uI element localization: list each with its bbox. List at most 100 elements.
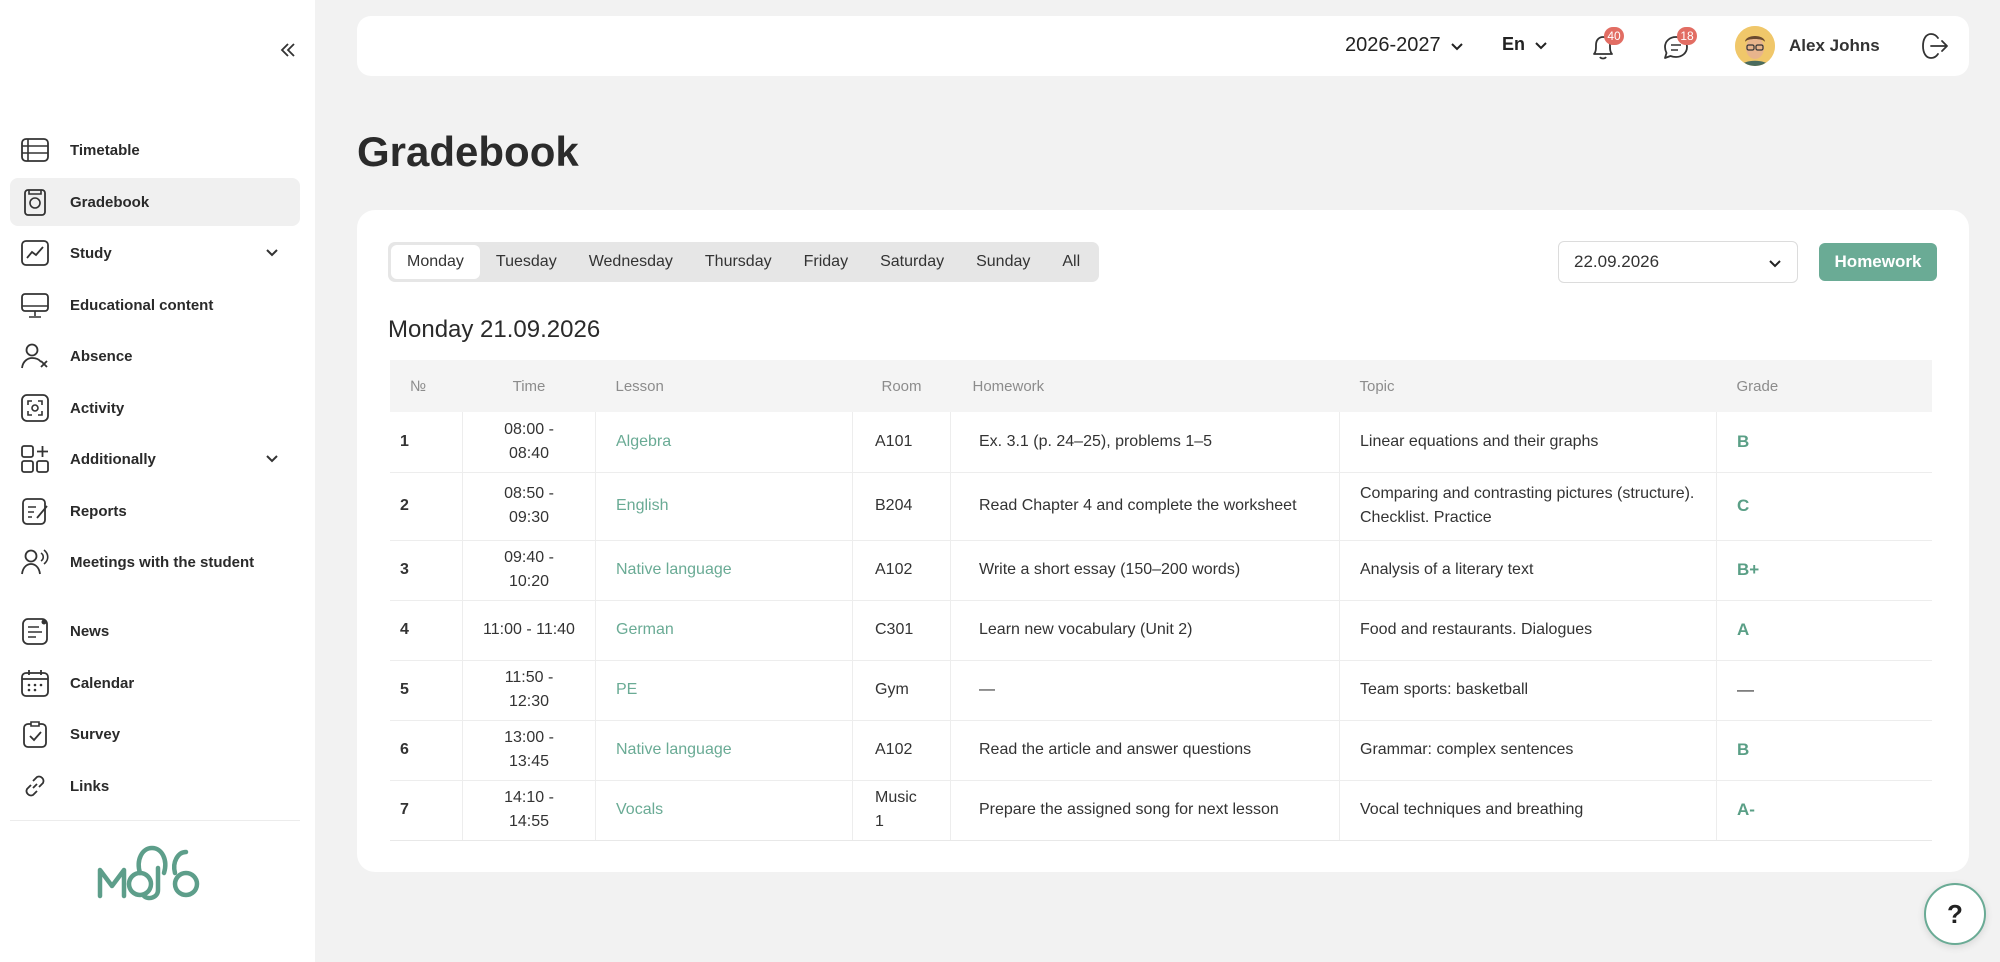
sidebar-divider — [10, 820, 300, 821]
cell-lesson-link[interactable]: PE — [595, 660, 853, 721]
cell-room: B204 — [852, 472, 951, 541]
sidebar-item-label: Meetings with the student — [70, 553, 255, 571]
gradebook-table: № Time Lesson Room Homework Topic Grade … — [390, 360, 1932, 841]
chevron-down-icon[interactable] — [262, 243, 282, 263]
tab-saturday[interactable]: Saturday — [864, 245, 960, 279]
sidebar-item-label: Timetable — [70, 141, 140, 159]
cell-homework: Write a short essay (150–200 words) — [950, 540, 1340, 601]
language-select[interactable]: En — [1502, 34, 1549, 55]
avatar[interactable] — [1735, 26, 1775, 66]
table-row[interactable]: 2 08:50 - 09:30 English B204 Read Chapte… — [390, 472, 1932, 541]
cell-grade: B — [1716, 720, 1932, 781]
cell-lesson-link[interactable]: English — [595, 472, 853, 541]
cell-lesson-link[interactable]: Native language — [595, 540, 853, 601]
sidebar-item-label: Reports — [70, 502, 127, 520]
cell-number: 2 — [390, 472, 463, 541]
cell-homework: Read the article and answer questions — [950, 720, 1340, 781]
logout-button[interactable] — [1919, 30, 1951, 62]
gradebook-card: Monday Tuesday Wednesday Thursday Friday… — [357, 210, 1969, 872]
cell-topic: Food and restaurants. Dialogues — [1339, 600, 1717, 661]
table-row[interactable]: 5 11:50 - 12:30 PE Gym — Team sports: ba… — [390, 660, 1932, 721]
cell-homework: — — [950, 660, 1340, 721]
cell-homework: Ex. 3.1 (p. 24–25), problems 1–5 — [950, 412, 1340, 473]
messages-badge: 18 — [1677, 27, 1697, 45]
table-row[interactable]: 3 09:40 - 10:20 Native language A102 Wri… — [390, 540, 1932, 601]
cell-time: 11:50 - 12:30 — [462, 660, 596, 721]
chevron-down-icon[interactable] — [262, 449, 282, 469]
sidebar-item-links[interactable]: Links — [10, 762, 300, 810]
tab-all[interactable]: All — [1046, 245, 1096, 279]
cell-lesson-link[interactable]: Native language — [595, 720, 853, 781]
cell-room: C301 — [852, 600, 951, 661]
cell-room: A102 — [852, 720, 951, 781]
homework-button[interactable]: Homework — [1819, 243, 1937, 281]
help-button[interactable]: ? — [1924, 883, 1986, 945]
cell-time: 09:40 - 10:20 — [462, 540, 596, 601]
cell-lesson-link[interactable]: Algebra — [595, 412, 853, 473]
cell-topic: Linear equations and their graphs — [1339, 412, 1717, 473]
sidebar-item-activity[interactable]: Activity — [10, 384, 300, 432]
cell-topic: Vocal techniques and breathing — [1339, 780, 1717, 841]
cell-number: 5 — [390, 660, 463, 721]
date-value: 22.09.2026 — [1574, 252, 1660, 271]
sidebar-item-label: Survey — [70, 725, 121, 743]
messages-button[interactable]: 18 — [1659, 27, 1697, 64]
sidebar-item-reports[interactable]: Reports — [10, 487, 300, 535]
sidebar-item-label: Links — [70, 777, 110, 795]
cell-grade: B+ — [1716, 540, 1932, 601]
sidebar-item-absence[interactable]: Absence — [10, 332, 300, 380]
cell-grade: B — [1716, 412, 1932, 473]
tab-thursday[interactable]: Thursday — [689, 245, 788, 279]
tab-friday[interactable]: Friday — [788, 245, 864, 279]
cell-lesson-link[interactable]: German — [595, 600, 853, 661]
table-row[interactable]: 4 11:00 - 11:40 German C301 Learn new vo… — [390, 600, 1932, 661]
user-name[interactable]: Alex Johns — [1789, 36, 1880, 56]
cell-time: 14:10 - 14:55 — [462, 780, 596, 841]
table-row[interactable]: 1 08:00 - 08:40 Algebra A101 Ex. 3.1 (p.… — [390, 412, 1932, 473]
column-header-number: № — [410, 377, 427, 395]
activity-icon — [20, 393, 50, 423]
sidebar-item-study[interactable]: Study — [10, 229, 300, 277]
tab-wednesday[interactable]: Wednesday — [573, 245, 689, 279]
academic-year-value: 2026-2027 — [1345, 34, 1441, 56]
cell-room: Gym — [852, 660, 951, 721]
cell-grade: C — [1716, 472, 1932, 541]
cell-grade: — — [1716, 660, 1932, 721]
tab-tuesday[interactable]: Tuesday — [480, 245, 573, 279]
cell-number: 4 — [390, 600, 463, 661]
table-row[interactable]: 7 14:10 - 14:55 Vocals Music 1 Prepare t… — [390, 780, 1932, 841]
sidebar-item-timetable[interactable]: Timetable — [10, 126, 300, 174]
link-icon — [20, 771, 50, 801]
mojo-logo[interactable] — [96, 838, 208, 904]
sidebar-item-gradebook[interactable]: Gradebook — [10, 178, 300, 226]
sidebar: Timetable Gradebook Study Educational co… — [0, 0, 315, 962]
sidebar-item-additionally[interactable]: Additionally — [10, 435, 300, 483]
top-bar: 2026-2027 En 40 18 Alex Johns — [357, 16, 1969, 76]
page-title: Gradebook — [357, 128, 579, 175]
chevron-down-icon — [1769, 260, 1781, 268]
sidebar-item-educational-content[interactable]: Educational content — [10, 281, 300, 329]
cell-time: 13:00 - 13:45 — [462, 720, 596, 781]
collapse-sidebar-icon[interactable] — [278, 38, 298, 62]
cell-number: 6 — [390, 720, 463, 781]
sidebar-item-meetings[interactable]: Meetings with the student — [10, 538, 300, 586]
date-picker[interactable]: 22.09.2026 — [1558, 241, 1798, 283]
sidebar-item-label: News — [70, 622, 110, 640]
cell-topic: Comparing and contrasting pictures (stru… — [1339, 472, 1717, 541]
tab-monday[interactable]: Monday — [391, 245, 480, 279]
sidebar-item-label: Activity — [70, 399, 125, 417]
academic-year-select[interactable]: 2026-2027 — [1345, 34, 1465, 57]
cell-topic: Grammar: complex sentences — [1339, 720, 1717, 781]
table-row[interactable]: 6 13:00 - 13:45 Native language A102 Rea… — [390, 720, 1932, 781]
cell-lesson-link[interactable]: Vocals — [595, 780, 853, 841]
sidebar-item-label: Gradebook — [70, 193, 150, 211]
cell-room: A102 — [852, 540, 951, 601]
tab-sunday[interactable]: Sunday — [960, 245, 1046, 279]
cell-number: 3 — [390, 540, 463, 601]
sidebar-item-news[interactable]: News — [10, 607, 300, 655]
sidebar-item-survey[interactable]: Survey — [10, 710, 300, 758]
monitor-icon — [20, 290, 50, 320]
notifications-button[interactable]: 40 — [1586, 27, 1624, 64]
sidebar-item-calendar[interactable]: Calendar — [10, 659, 300, 707]
cell-homework: Prepare the assigned song for next lesso… — [950, 780, 1340, 841]
